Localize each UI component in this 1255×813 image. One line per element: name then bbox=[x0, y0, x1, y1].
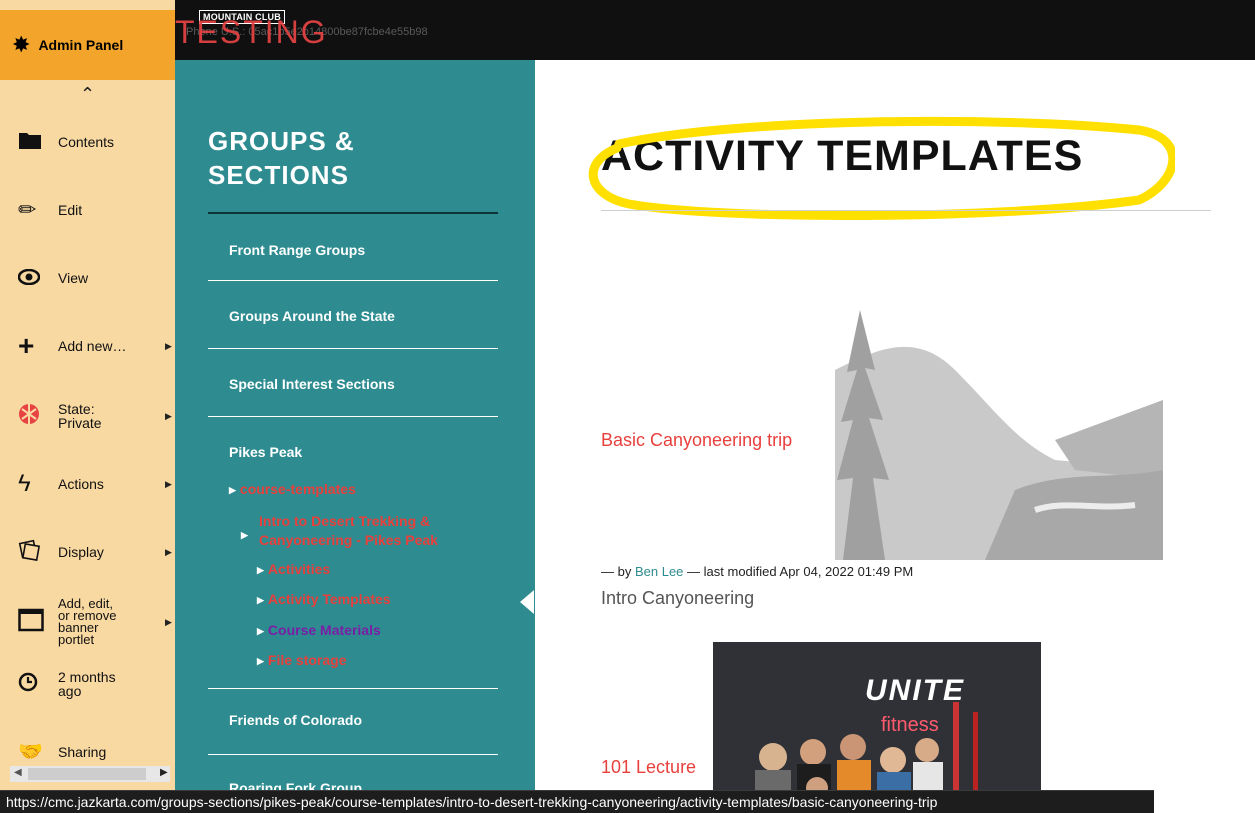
triangle-right-icon: ▶ bbox=[241, 530, 248, 540]
admin-item-label: Display bbox=[58, 544, 104, 560]
eye-icon bbox=[17, 267, 58, 289]
item-description: Intro Canyoneering bbox=[601, 588, 755, 608]
bolt-icon: ϟ bbox=[18, 470, 31, 497]
subnav-label: Activities bbox=[267, 561, 331, 577]
groups-nav-title-line2: SECTIONS bbox=[208, 160, 349, 190]
subnav-label: course-templates bbox=[239, 481, 356, 497]
admin-item-label: State: Private bbox=[58, 401, 102, 431]
display-icon bbox=[18, 539, 58, 565]
nav-link-friends-of-colorado[interactable]: Friends of Colorado bbox=[229, 712, 362, 728]
admin-panel-title: Admin Panel bbox=[38, 37, 124, 53]
yellow-highlight-annotation bbox=[588, 116, 1175, 221]
nav-link-pikes-peak[interactable]: Pikes Peak bbox=[229, 444, 302, 460]
top-header-bar: MOUNTAIN CLUB Phone U.S.: 05ac1b5e2b1480… bbox=[0, 0, 1255, 60]
divider bbox=[208, 348, 498, 349]
admin-item-label: Sharing bbox=[58, 744, 107, 760]
subnav-label: File storage bbox=[267, 652, 347, 668]
admin-horizontal-scrollbar[interactable]: ◀ ▶ bbox=[10, 766, 170, 782]
byline-suffix: — last modified Apr 04, 2022 01:49 PM bbox=[687, 564, 914, 579]
triangle-right-icon: ▶ bbox=[257, 656, 264, 666]
subnav-file-storage[interactable]: ▶ File storage bbox=[257, 651, 347, 671]
groups-nav-title-line1: GROUPS & bbox=[208, 126, 355, 156]
subnav-label: Activity Templates bbox=[267, 591, 391, 607]
subnav-intro-desert-trekking[interactable]: ▶ Intro to Desert Trekking & Canyoneerin… bbox=[241, 512, 481, 550]
subnav-course-templates[interactable]: ▶ course-templates bbox=[229, 480, 356, 500]
admin-item-contents[interactable]: Contents bbox=[0, 122, 175, 162]
byline-prefix: — by bbox=[601, 564, 632, 579]
nav-link-front-range[interactable]: Front Range Groups bbox=[229, 242, 365, 258]
submenu-arrow-icon: ▶ bbox=[165, 478, 172, 489]
admin-item-display[interactable]: Display ▶ bbox=[0, 532, 175, 572]
plus-icon: + bbox=[18, 330, 35, 361]
browser-status-url: https://cmc.jazkarta.com/groups-sections… bbox=[0, 790, 1154, 813]
divider bbox=[208, 280, 498, 281]
submenu-arrow-icon: ▶ bbox=[165, 616, 172, 627]
admin-panel-header[interactable]: ✸ Admin Panel bbox=[0, 10, 175, 80]
testing-label: TESTING bbox=[175, 14, 328, 50]
admin-item-actions[interactable]: ϟ Actions ▶ bbox=[0, 464, 175, 504]
triangle-right-icon: ▶ bbox=[257, 595, 264, 605]
groups-sections-nav: GROUPS & SECTIONS Front Range Groups Gro… bbox=[175, 60, 535, 812]
subnav-activities[interactable]: ▶ Activities bbox=[257, 560, 330, 580]
submenu-arrow-icon: ▶ bbox=[165, 546, 172, 557]
admin-item-label: 2 months ago bbox=[58, 669, 116, 699]
photo-sign-subtext: fitness bbox=[881, 714, 939, 736]
admin-panel: ✸ Admin Panel ⌃ Contents ✏ Edit View + A… bbox=[0, 0, 175, 812]
clock-icon bbox=[18, 672, 58, 696]
subnav-label: Intro to Desert Trekking & Canyoneering … bbox=[259, 513, 438, 548]
divider bbox=[208, 416, 498, 417]
admin-item-label: Add new… bbox=[58, 338, 127, 354]
landscape-thumbnail-image[interactable] bbox=[835, 310, 1163, 560]
group-photo-thumbnail-image[interactable]: UNITE fitness bbox=[713, 642, 1041, 812]
item-title-link[interactable]: 101 Lecture bbox=[601, 757, 696, 778]
triangle-right-icon: ▶ bbox=[257, 565, 264, 575]
window-icon bbox=[18, 608, 58, 636]
admin-item-label: View bbox=[58, 270, 89, 286]
divider bbox=[208, 754, 498, 755]
admin-item-label: Actions bbox=[58, 476, 104, 492]
state-icon bbox=[18, 403, 58, 429]
scroll-left-arrow-icon[interactable]: ◀ bbox=[14, 767, 22, 778]
subnav-activity-templates[interactable]: ▶ Activity Templates bbox=[257, 590, 391, 610]
gear-icon: ✸ bbox=[12, 32, 31, 57]
admin-item-state[interactable]: State: Private ▶ bbox=[0, 396, 175, 436]
subnav-label: Course Materials bbox=[267, 622, 381, 638]
item-byline: — by Ben Lee — last modified Apr 04, 202… bbox=[601, 564, 913, 579]
main-content: ACTIVITY TEMPLATES Basic Canyoneering tr… bbox=[535, 60, 1255, 812]
folder-icon bbox=[18, 130, 58, 154]
pencil-icon: ✏ bbox=[18, 197, 37, 222]
groups-nav-title: GROUPS & SECTIONS bbox=[208, 124, 355, 192]
triangle-right-icon: ▶ bbox=[229, 485, 236, 495]
collapse-chevron-up-icon[interactable]: ⌃ bbox=[80, 84, 95, 105]
scroll-right-arrow-icon[interactable]: ▶ bbox=[160, 767, 168, 778]
nav-link-groups-around-state[interactable]: Groups Around the State bbox=[229, 308, 395, 324]
title-divider bbox=[601, 210, 1211, 211]
admin-item-edit[interactable]: ✏ Edit bbox=[0, 190, 175, 230]
admin-item-label: Add, edit, or remove banner portlet bbox=[58, 596, 117, 647]
subnav-course-materials[interactable]: ▶ Course Materials bbox=[257, 621, 381, 641]
admin-item-banner-portlet[interactable]: Add, edit, or remove banner portlet ▶ bbox=[0, 592, 175, 652]
nav-link-special-interest[interactable]: Special Interest Sections bbox=[229, 376, 395, 392]
admin-item-view[interactable]: View bbox=[0, 258, 175, 298]
handshake-icon: 🤝 bbox=[18, 741, 43, 763]
item-title-link[interactable]: Basic Canyoneering trip bbox=[601, 430, 792, 451]
admin-item-history[interactable]: 2 months ago bbox=[0, 664, 175, 704]
scrollbar-thumb[interactable] bbox=[28, 768, 146, 780]
photo-sign-text: UNITE bbox=[865, 674, 965, 707]
submenu-arrow-icon: ▶ bbox=[165, 410, 172, 421]
author-link[interactable]: Ben Lee bbox=[635, 564, 683, 579]
triangle-right-icon: ▶ bbox=[257, 626, 264, 636]
admin-item-label: Edit bbox=[58, 202, 83, 218]
submenu-arrow-icon: ▶ bbox=[165, 340, 172, 351]
divider bbox=[208, 212, 498, 214]
admin-item-label: Contents bbox=[58, 134, 115, 150]
active-pointer-notch bbox=[520, 590, 534, 614]
divider bbox=[208, 688, 498, 689]
admin-item-add-new[interactable]: + Add new… ▶ bbox=[0, 326, 175, 366]
